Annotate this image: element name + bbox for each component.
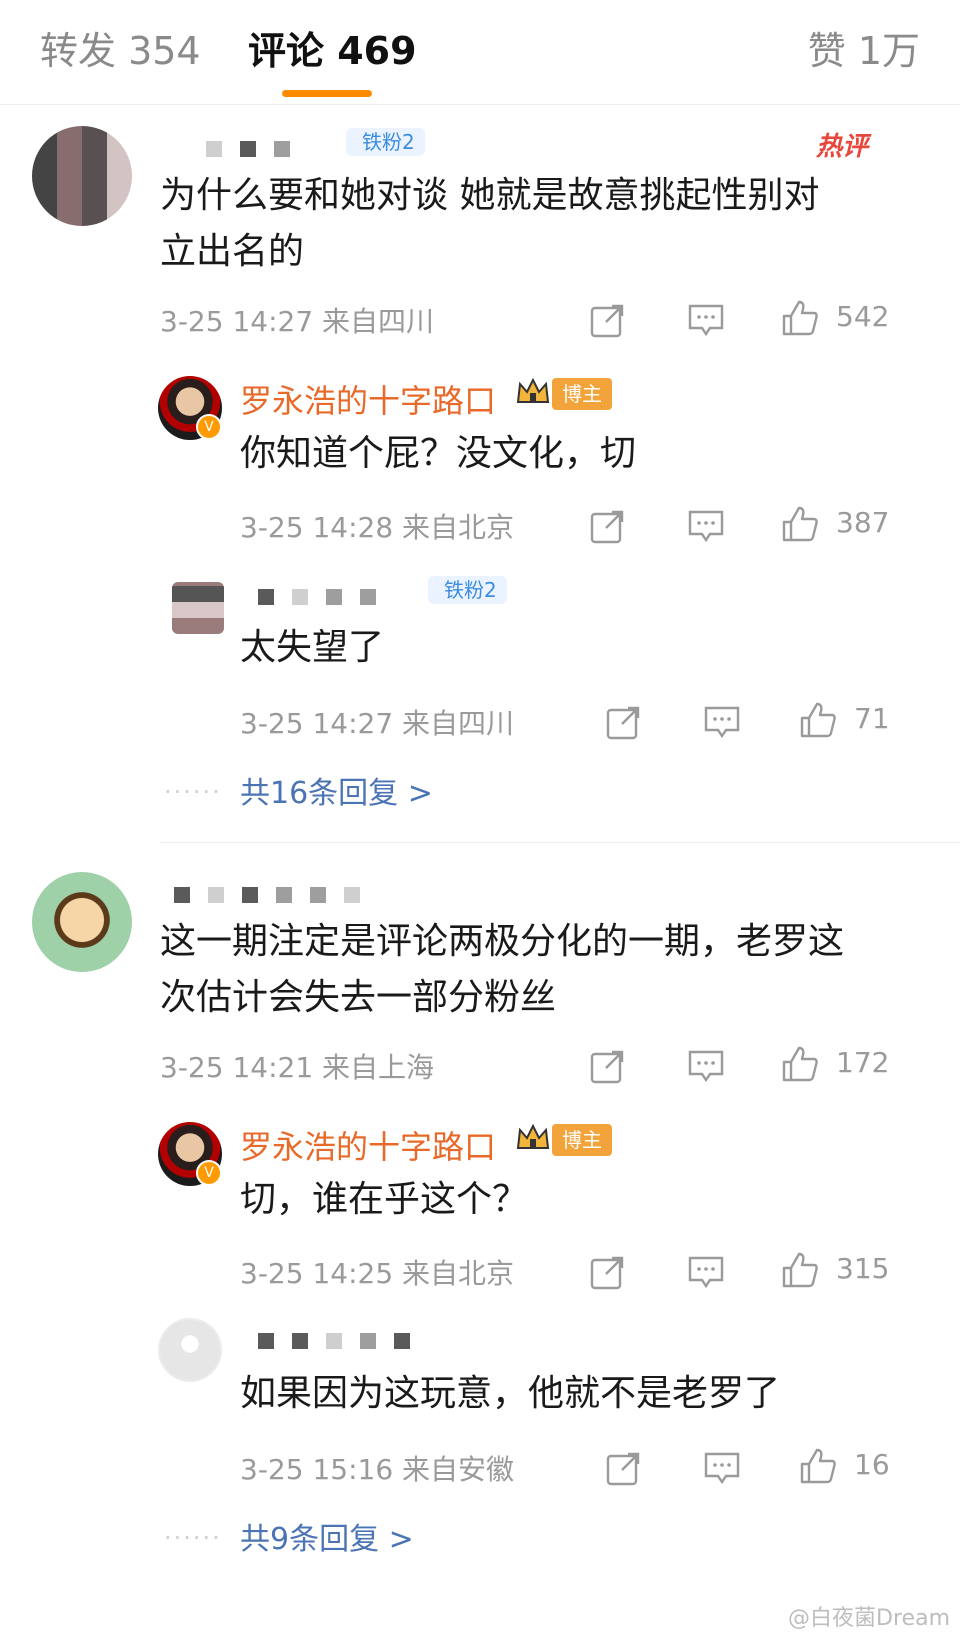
like-icon[interactable] (780, 1250, 820, 1290)
avatar[interactable] (158, 1318, 222, 1382)
username-mosaic[interactable] (258, 584, 376, 610)
username-mosaic[interactable] (206, 136, 290, 162)
repost-icon[interactable] (604, 702, 644, 742)
repost-icon[interactable] (588, 1252, 628, 1292)
like-icon[interactable] (798, 700, 838, 740)
verified-v-icon: V (196, 1160, 222, 1186)
like-count: 315 (836, 1252, 890, 1285)
reply-author[interactable]: 罗永浩的十字路口 (240, 1122, 496, 1168)
reply-text: 切，谁在乎这个？ (240, 1179, 529, 1220)
tab-bar: 转发 354 评论 469 赞 1万 (0, 0, 960, 105)
blogger-badge: 博主 (552, 1124, 612, 1156)
dots-divider: ······ (164, 1524, 222, 1552)
like-icon[interactable] (798, 1446, 838, 1486)
comment-icon[interactable] (686, 506, 726, 546)
avatar[interactable] (32, 126, 132, 226)
tab-likes[interactable]: 赞 1万 (808, 20, 920, 75)
comment-icon[interactable] (686, 1252, 726, 1292)
crown-icon (516, 378, 550, 406)
reply-meta: 3-25 14:27 来自四川 (240, 707, 515, 740)
like-icon[interactable] (780, 1044, 820, 1084)
comment-divider (160, 842, 960, 843)
comment-text: 这一期注定是评论两极分化的一期，老罗这 (160, 921, 845, 962)
comment-icon[interactable] (686, 1046, 726, 1086)
repost-icon[interactable] (588, 1046, 628, 1086)
verified-v-icon: V (196, 414, 222, 440)
comment-icon[interactable] (702, 702, 742, 742)
username-mosaic[interactable] (258, 1328, 410, 1354)
like-icon[interactable] (780, 504, 820, 544)
fan-badge: 铁粉2 (346, 128, 425, 156)
reply-text: 太失望了 (240, 627, 385, 668)
reply-author[interactable]: 罗永浩的十字路口 (240, 376, 496, 422)
blogger-badge: 博主 (552, 378, 612, 410)
like-icon[interactable] (780, 298, 820, 338)
tab-comments[interactable]: 评论 469 (248, 20, 417, 75)
reply-text: 如果因为这玩意，他就不是老罗了 (240, 1373, 781, 1414)
fan-badge: 铁粉2 (428, 576, 507, 604)
comment-meta: 3-25 14:27 来自四川 (160, 305, 435, 338)
watermark: @白夜菌Dream (788, 1606, 950, 1631)
comment-icon[interactable] (702, 1448, 742, 1488)
like-count: 71 (854, 702, 890, 735)
hot-comment-badge: 热评 (816, 132, 869, 162)
like-count: 542 (836, 300, 890, 333)
username-mosaic[interactable] (174, 882, 360, 908)
comment-icon[interactable] (686, 300, 726, 340)
comment-text: 立出名的 (160, 231, 305, 272)
dots-divider: ······ (164, 778, 222, 806)
avatar[interactable] (32, 872, 132, 972)
repost-icon[interactable] (588, 300, 628, 340)
reply-meta: 3-25 15:16 来自安徽 (240, 1453, 515, 1486)
comment-text: 为什么要和她对谈 她就是故意挑起性别对 (160, 175, 820, 216)
more-replies-link[interactable]: 共9条回复 > (240, 1514, 414, 1558)
more-replies-link[interactable]: 共16条回复 > (240, 768, 433, 812)
crown-icon (516, 1124, 550, 1152)
avatar[interactable] (172, 582, 224, 634)
reply-meta: 3-25 14:28 来自北京 (240, 511, 515, 544)
comment-text: 次估计会失去一部分粉丝 (160, 977, 557, 1018)
repost-icon[interactable] (604, 1448, 644, 1488)
repost-icon[interactable] (588, 506, 628, 546)
like-count: 172 (836, 1046, 890, 1079)
like-count: 387 (836, 506, 890, 539)
reply-meta: 3-25 14:25 来自北京 (240, 1257, 515, 1290)
weibo-comments-page: 转发 354 评论 469 赞 1万 铁粉2 热评 为什么要和她对谈 她就是故意… (0, 0, 960, 1642)
tab-repost[interactable]: 转发 354 (40, 20, 201, 75)
reply-text: 你知道个屁？没文化，切 (240, 433, 637, 474)
like-count: 16 (854, 1448, 890, 1481)
active-tab-indicator (282, 90, 372, 97)
comment-meta: 3-25 14:21 来自上海 (160, 1051, 435, 1084)
